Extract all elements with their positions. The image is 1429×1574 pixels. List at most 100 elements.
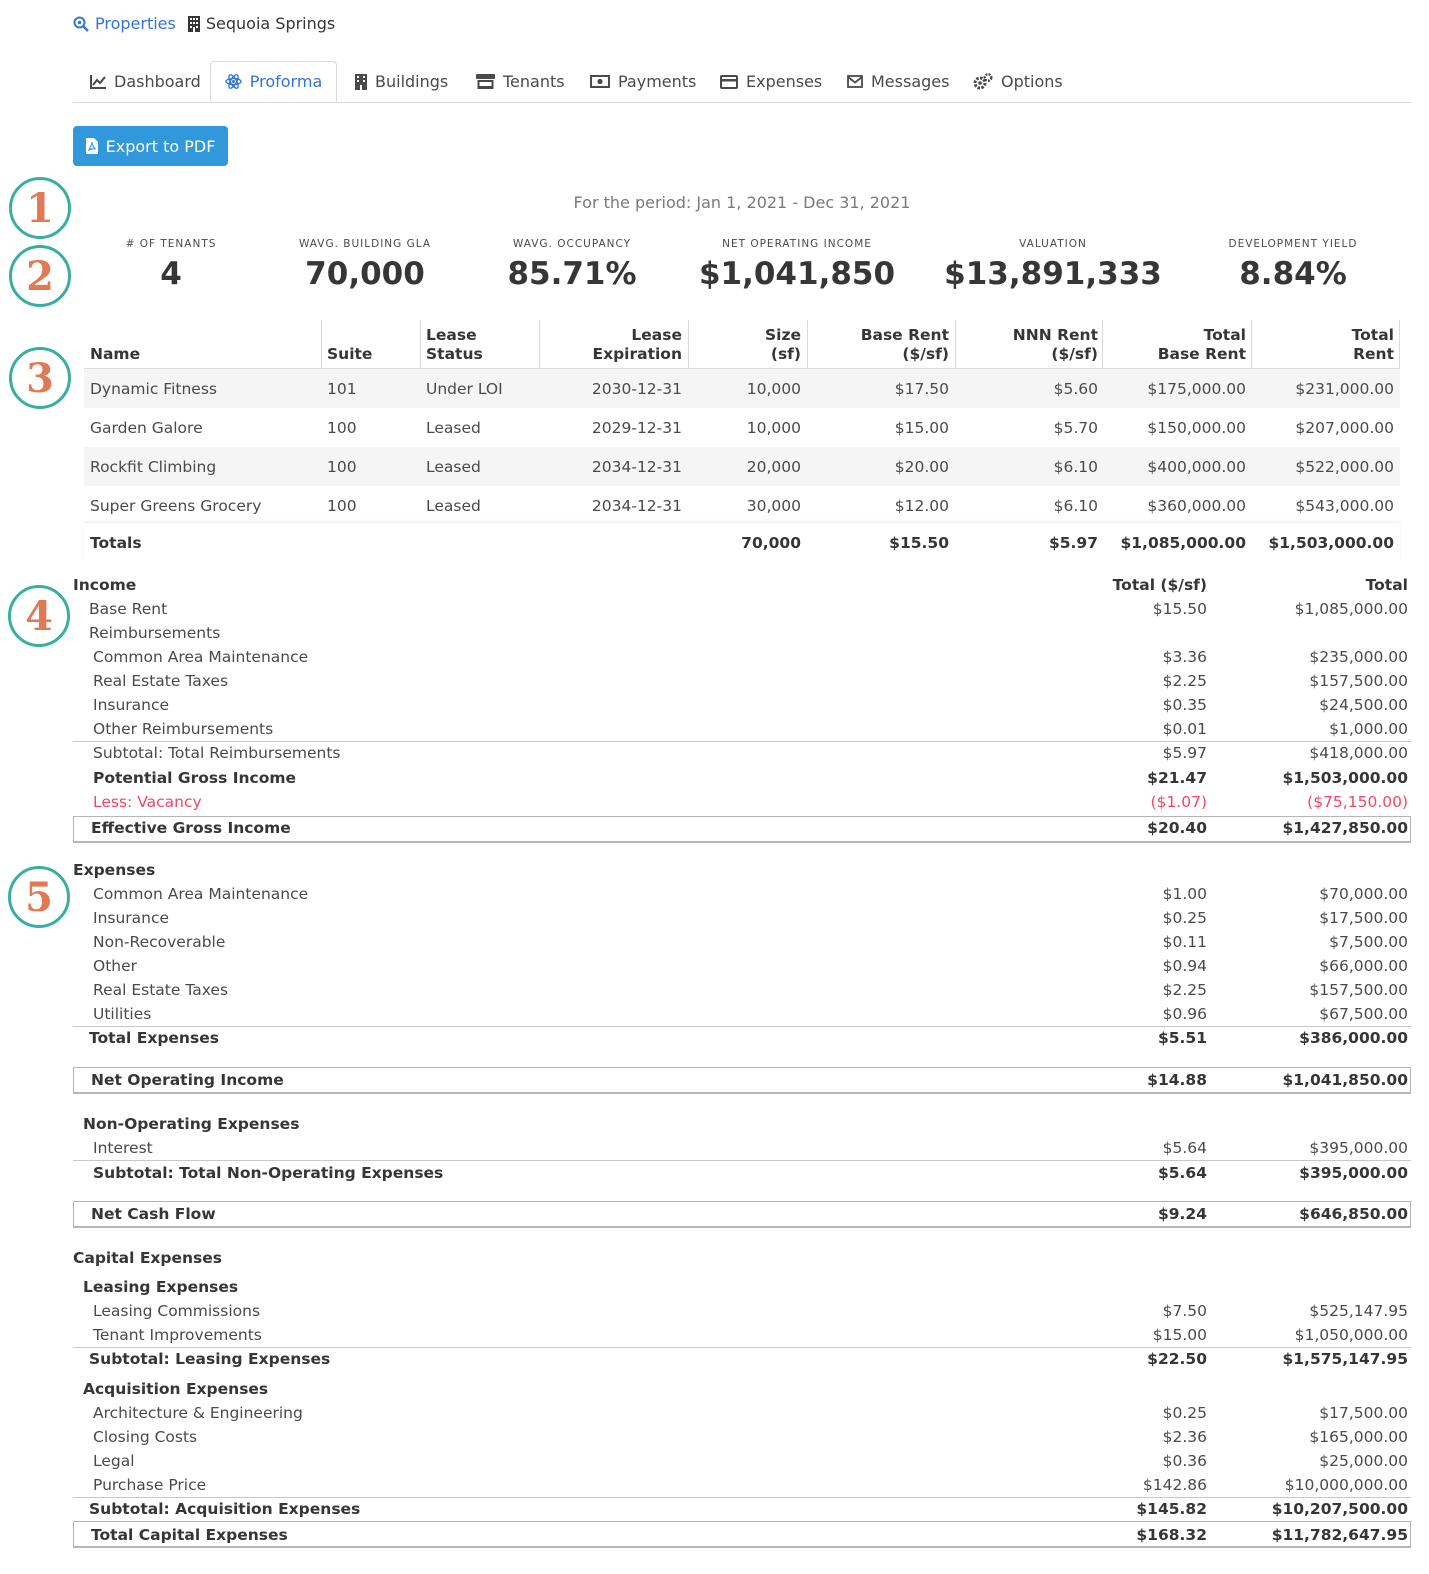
- line-value-psf: $0.96: [1162, 1005, 1207, 1023]
- line-value-psf: $0.25: [1162, 1404, 1207, 1422]
- line-label-common-area-maintenance: Common Area Maintenance: [93, 885, 309, 903]
- subtotal-divider: [73, 1026, 1411, 1027]
- line-value-psf: $5.64: [1162, 1139, 1207, 1157]
- column-divider: [420, 320, 421, 368]
- annotation-badge-4: 4: [8, 585, 70, 647]
- tab-tenants-label[interactable]: Tenants: [503, 72, 565, 91]
- cell-size: 10,000: [746, 418, 801, 437]
- line-label-leasing-commissions: Leasing Commissions: [93, 1302, 261, 1320]
- stat-occupancy: WAVG. OCCUPANCY 85.71%: [507, 238, 636, 292]
- tab-options-label[interactable]: Options: [1001, 72, 1063, 91]
- tab-options[interactable]: Options: [973, 61, 1063, 102]
- stat-label: WAVG. OCCUPANCY: [512, 238, 632, 250]
- tab-payments-label[interactable]: Payments: [618, 72, 696, 91]
- stat-value: 85.71%: [507, 256, 637, 292]
- tab-messages-label[interactable]: Messages: [871, 72, 949, 91]
- cell-size: 30,000: [746, 496, 801, 515]
- line-label-interest: Interest: [93, 1139, 153, 1157]
- table-row[interactable]: Super Greens Grocery 100 Leased 2034-12-31 3…: [84, 486, 1400, 525]
- column-divider: [1399, 320, 1400, 368]
- subtotal-divider: [73, 1160, 1411, 1161]
- line-label-net-cash-flow: Net Cash Flow: [91, 1205, 216, 1223]
- breadcrumb-properties-label[interactable]: Properties: [95, 14, 176, 33]
- column-header-line-1: Lease: [426, 326, 477, 344]
- column-header-line-2: Base Rent: [1157, 345, 1246, 363]
- column-header-total-rent: Total Rent: [1253, 318, 1394, 368]
- line-value-total: $1,503,000.00: [1282, 769, 1408, 787]
- breadcrumb-properties-link[interactable]: Properties: [73, 14, 176, 33]
- column-divider: [1251, 320, 1252, 368]
- table-row[interactable]: Rockfit Climbing 100 Leased 2034-12-31 20,00…: [84, 447, 1400, 486]
- envelope-icon: [847, 75, 863, 88]
- line-value-total: $66,000.00: [1319, 957, 1408, 975]
- cell-nnn-rent: $5.60: [1053, 379, 1098, 398]
- export-pdf-label[interactable]: Export to PDF: [106, 137, 216, 156]
- line-value-total: $7,500.00: [1329, 933, 1408, 951]
- column-header-line-2: Rent: [1353, 345, 1394, 363]
- line-label-real-estate-taxes: Real Estate Taxes: [93, 672, 229, 690]
- tab-tenants[interactable]: Tenants: [476, 61, 565, 102]
- column-header-text: Lease Expiration: [592, 326, 682, 364]
- line-value-total: $386,000.00: [1299, 1029, 1408, 1047]
- tab-proforma[interactable]: Proforma: [210, 61, 337, 102]
- tab-buildings-label[interactable]: Buildings: [375, 72, 448, 91]
- line-label-subtotal-total-non-operating-expenses: Subtotal: Total Non-Operating Expenses: [93, 1164, 444, 1182]
- column-header-nnn-rent: NNN Rent ($/sf): [956, 318, 1098, 368]
- cell-name: Garden Galore: [90, 418, 203, 437]
- line-value-total: $395,000.00: [1299, 1164, 1408, 1182]
- cell-base-rent: $15.00: [894, 418, 949, 437]
- line-label-other: Other: [93, 957, 138, 975]
- table-row[interactable]: Garden Galore 100 Leased 2029-12-31 10,000 $1…: [84, 408, 1400, 447]
- cell-suite: 100: [327, 418, 357, 437]
- column-header-line-2: Suite: [327, 345, 373, 363]
- column-divider: [321, 320, 322, 368]
- tab-proforma-label[interactable]: Proforma: [250, 72, 323, 91]
- cell-name: Super Greens Grocery: [90, 496, 262, 515]
- file-pdf-icon: [85, 138, 98, 154]
- line-label-expenses: Expenses: [73, 861, 156, 879]
- export-pdf-button[interactable]: Export to PDF: [73, 126, 228, 166]
- annotation-badge-3: 3: [9, 347, 71, 409]
- line-value-total: $17,500.00: [1319, 909, 1408, 927]
- building-icon: [355, 73, 367, 90]
- totals-nnn-rent: $5.97: [1048, 533, 1098, 552]
- cell-lease-expiration: 2034-12-31: [591, 496, 682, 515]
- column-header-line-1: Total: [1203, 326, 1246, 344]
- column-header-line-1: Base Rent: [860, 326, 949, 344]
- cell-suite: 100: [327, 496, 357, 515]
- cell-total-base-rent: $150,000.00: [1147, 418, 1246, 437]
- column-header-line-1: Size: [764, 326, 801, 344]
- column-divider: [539, 320, 540, 368]
- column-header-line-1: Total: [1351, 326, 1394, 344]
- line-label-common-area-maintenance: Common Area Maintenance: [93, 648, 309, 666]
- tab-buildings[interactable]: Buildings: [355, 61, 448, 102]
- line-value-psf: $2.25: [1162, 672, 1207, 690]
- tab-expenses[interactable]: Expenses: [720, 61, 822, 102]
- chart-line-icon: [90, 74, 106, 89]
- line-label-income: Income: [73, 576, 137, 594]
- stat-valuation: VALUATION $13,891,333: [944, 238, 1162, 292]
- line-value-psf: $145.82: [1136, 1500, 1207, 1518]
- cell-total-rent: $207,000.00: [1295, 418, 1394, 437]
- column-header-line-1: Lease: [631, 326, 682, 344]
- cell-base-rent: $12.00: [894, 496, 949, 515]
- tab-dashboard[interactable]: Dashboard: [90, 61, 201, 102]
- cell-lease-status: Leased: [426, 496, 481, 515]
- line-label-net-operating-income: Net Operating Income: [91, 1071, 284, 1089]
- stat-label: WAVG. BUILDING GLA: [298, 238, 432, 250]
- line-value-total: $418,000.00: [1309, 744, 1408, 762]
- line-label-base-rent: Base Rent: [89, 600, 168, 618]
- totals-base-rent: $15.50: [889, 533, 949, 552]
- stat-value: $1,041,850: [698, 256, 896, 292]
- table-row[interactable]: Dynamic Fitness 101 Under LOI 2030-12-31 10,…: [84, 369, 1400, 408]
- tab-payments[interactable]: Payments: [590, 61, 696, 102]
- tab-dashboard-label[interactable]: Dashboard: [114, 72, 201, 91]
- breadcrumb: Properties Sequoia Springs: [73, 14, 335, 33]
- line-value-psf: $3.36: [1162, 648, 1207, 666]
- tab-expenses-label[interactable]: Expenses: [746, 72, 822, 91]
- line-value-psf: ($1.07): [1150, 793, 1207, 811]
- tab-messages[interactable]: Messages: [847, 61, 949, 102]
- line-value-psf: $21.47: [1147, 769, 1207, 787]
- stat-label: VALUATION: [1019, 238, 1087, 250]
- annotation-badge-5: 5: [8, 866, 70, 928]
